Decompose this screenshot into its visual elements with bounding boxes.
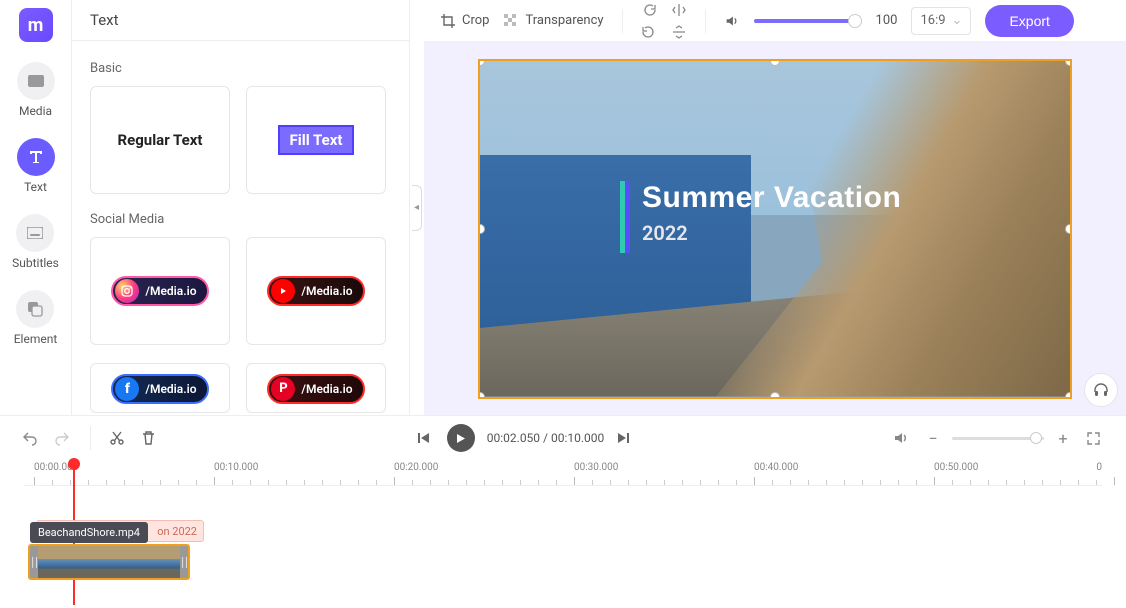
video-clip[interactable]: ││ ││ xyxy=(28,544,190,580)
transparency-button[interactable]: Transparency xyxy=(503,13,603,29)
rail-label-element: Element xyxy=(14,332,58,346)
selection-handle[interactable] xyxy=(478,224,485,234)
clip-right-grip[interactable]: ││ xyxy=(180,546,188,578)
rail-label-text: Text xyxy=(24,180,47,194)
rail-label-media: Media xyxy=(19,104,52,118)
ruler-label: 0 xyxy=(1096,462,1102,473)
canvas-stage[interactable]: Summer Vacation 2022 xyxy=(478,59,1072,399)
flip-vertical-icon[interactable] xyxy=(671,24,687,40)
text-icon xyxy=(17,138,55,176)
timeline-tracks[interactable]: on 2022 BeachandShore.mp4 ││ ││ xyxy=(24,486,1102,608)
section-basic-title: Basic xyxy=(90,61,391,76)
ruler-label: 00:10.000 xyxy=(214,462,258,473)
tile-regular-label: Regular Text xyxy=(118,131,203,149)
rail-label-subtitles: Subtitles xyxy=(12,256,59,270)
delete-button[interactable] xyxy=(141,430,159,446)
rail-item-text[interactable]: Text xyxy=(17,138,55,194)
playback-time: 00:02.050 / 00:10.000 xyxy=(487,431,604,445)
panel-collapse-handle[interactable]: ◂ xyxy=(410,0,424,415)
mute-button[interactable] xyxy=(892,429,910,447)
tile-regular-text[interactable]: Regular Text xyxy=(90,86,230,194)
zoom-in-button[interactable]: + xyxy=(1054,429,1072,448)
rail-item-subtitles[interactable]: Subtitles xyxy=(12,214,59,270)
subtitles-icon xyxy=(16,214,54,252)
ruler-label: 00:50.000 xyxy=(934,462,978,473)
undo-button[interactable] xyxy=(22,430,40,446)
clip-thumbnail xyxy=(38,546,85,578)
crop-label: Crop xyxy=(462,13,489,28)
selection-handle[interactable] xyxy=(1065,59,1072,66)
text-clip-label: on 2022 xyxy=(157,525,197,538)
facebook-icon: f xyxy=(115,377,139,401)
headphones-button[interactable] xyxy=(1084,373,1118,407)
transparency-label: Transparency xyxy=(525,13,603,28)
play-button[interactable] xyxy=(447,424,475,452)
transparency-icon xyxy=(503,13,519,29)
selection-handle[interactable] xyxy=(1065,224,1072,234)
selection-handle[interactable] xyxy=(770,392,780,399)
selection-handle[interactable] xyxy=(1065,392,1072,399)
volume-icon[interactable] xyxy=(724,13,740,29)
selection-handle[interactable] xyxy=(770,59,780,66)
next-frame-button[interactable] xyxy=(616,431,634,445)
rail-item-media[interactable]: Media xyxy=(17,62,55,118)
side-panel: Text Basic Regular Text Fill Text Social… xyxy=(72,0,410,415)
clip-thumbnail xyxy=(133,546,180,578)
ruler-label: 00:40.000 xyxy=(754,462,798,473)
split-button[interactable] xyxy=(109,430,127,446)
aspect-value: 16:9 xyxy=(920,13,945,28)
rotate-ccw-icon[interactable] xyxy=(641,24,657,40)
flip-horizontal-icon[interactable] xyxy=(671,2,687,18)
aspect-select[interactable]: 16:9 ⌄ xyxy=(911,7,971,35)
zoom-slider[interactable] xyxy=(952,437,1044,440)
side-panel-title: Text xyxy=(72,0,409,41)
redo-button[interactable] xyxy=(54,430,72,446)
prev-frame-button[interactable] xyxy=(417,431,435,445)
tile-social-instagram[interactable]: /Media.io xyxy=(90,237,230,345)
pinterest-icon: P xyxy=(271,377,295,401)
tile-fill-text[interactable]: Fill Text xyxy=(246,86,386,194)
youtube-icon xyxy=(271,279,295,303)
tile-fill-label: Fill Text xyxy=(278,125,355,155)
clip-left-grip[interactable]: ││ xyxy=(30,546,38,578)
element-icon xyxy=(16,290,54,328)
export-button[interactable]: Export xyxy=(985,5,1073,37)
clip-thumbnail xyxy=(85,546,132,578)
tile-social-pinterest[interactable]: P /Media.io xyxy=(246,363,386,413)
tile-social-youtube[interactable]: /Media.io xyxy=(246,237,386,345)
ruler-label: 00:30.000 xyxy=(574,462,618,473)
social-ig-label: /Media.io xyxy=(145,284,196,298)
media-icon xyxy=(17,62,55,100)
ruler-label: 00:20.000 xyxy=(394,462,438,473)
zoom-out-button[interactable]: − xyxy=(924,429,942,448)
opacity-value: 100 xyxy=(876,13,898,28)
left-rail: m Media Text Subtitles xyxy=(0,0,72,415)
canvas-toolbar: Crop Transparency xyxy=(424,0,1126,42)
social-fb-label: /Media.io xyxy=(145,382,196,396)
fit-button[interactable] xyxy=(1086,431,1104,446)
social-yt-label: /Media.io xyxy=(301,284,352,298)
social-pt-label: /Media.io xyxy=(301,382,352,396)
opacity-slider[interactable] xyxy=(754,19,862,23)
overlay-title[interactable]: Summer Vacation xyxy=(642,181,901,215)
crop-icon xyxy=(440,13,456,29)
crop-button[interactable]: Crop xyxy=(440,13,489,29)
section-social-title: Social Media xyxy=(90,212,391,227)
app-logo: m xyxy=(19,8,53,42)
rotate-cw-icon[interactable] xyxy=(641,2,657,18)
overlay-year[interactable]: 2022 xyxy=(642,221,688,245)
clip-tooltip: BeachandShore.mp4 xyxy=(30,522,148,543)
instagram-icon xyxy=(115,279,139,303)
tile-social-facebook[interactable]: f /Media.io xyxy=(90,363,230,413)
overlay-accent-bar xyxy=(620,181,630,253)
rail-item-element[interactable]: Element xyxy=(14,290,58,346)
timeline-ruler[interactable]: 00:00.000 00:10.000 00:20.000 00:30.000 … xyxy=(24,460,1102,486)
chevron-down-icon: ⌄ xyxy=(952,13,963,28)
